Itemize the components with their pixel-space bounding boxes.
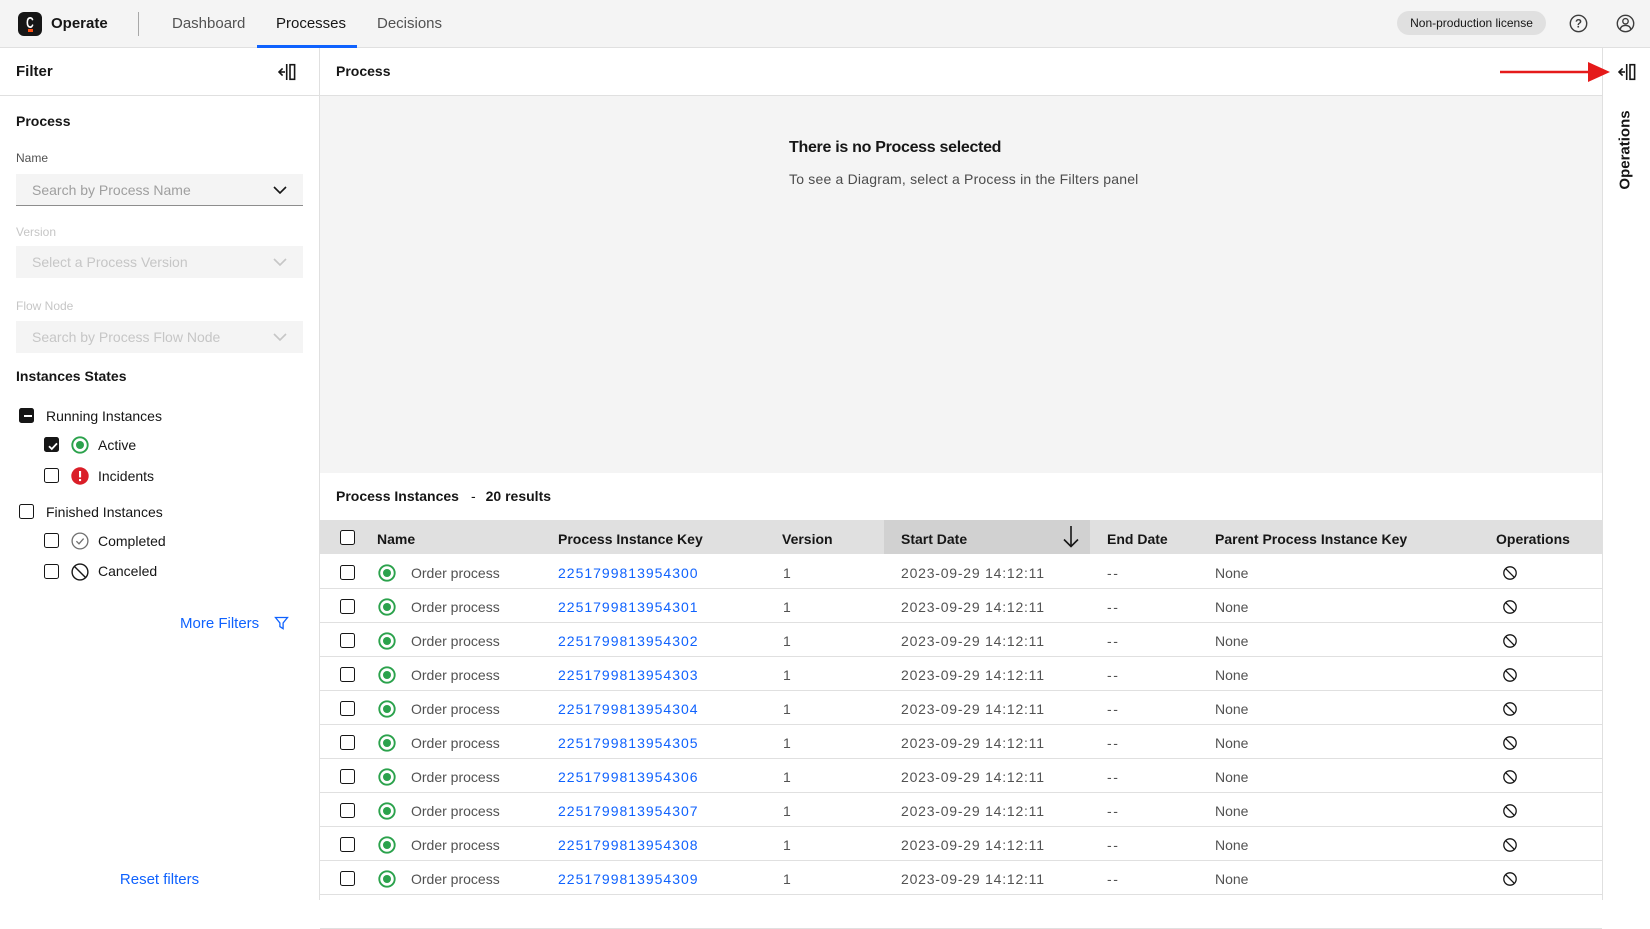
- svg-text:?: ?: [1575, 19, 1582, 31]
